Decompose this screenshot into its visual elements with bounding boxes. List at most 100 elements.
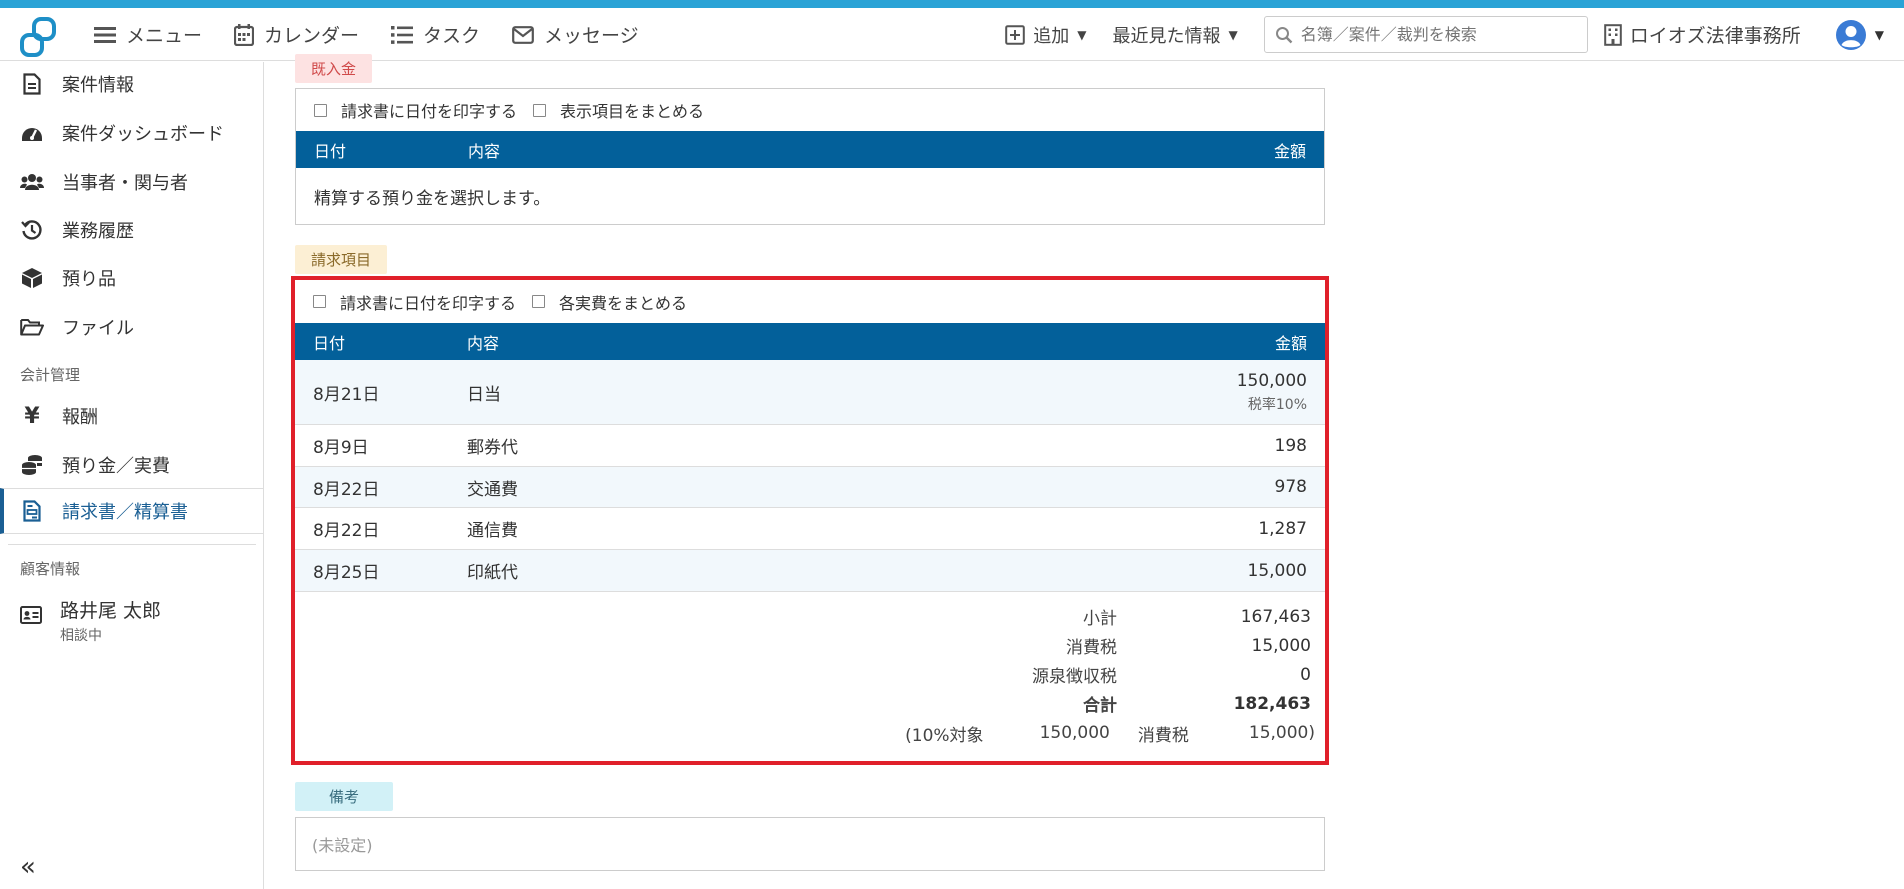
sidebar-item-fees[interactable]: ¥ 報酬: [0, 394, 263, 438]
id-card-icon: [20, 606, 42, 629]
app-header: メニュー カレンダー タスク メッセージ 追加 ▼ 最近見た情報 ▼ 名簿／案件…: [0, 8, 1904, 61]
sidebar-section-accounting: 会計管理: [20, 366, 81, 384]
sidebar-item-label: 当事者・関与者: [62, 173, 188, 194]
column-header-amount: 金額: [1273, 141, 1306, 161]
total-value: 182,463: [1233, 693, 1311, 714]
client-name: 路井尾 太郎: [60, 600, 162, 622]
coins-icon: [20, 453, 44, 477]
tax-breakdown-target-label: (10%対象: [905, 725, 984, 746]
nav-message[interactable]: メッセージ: [512, 21, 639, 48]
sidebar-item-label: 案件ダッシュボード: [62, 124, 224, 145]
recent-button[interactable]: 最近見た情報 ▼: [1113, 22, 1238, 48]
sidebar-item-files[interactable]: ファイル: [0, 305, 263, 349]
row-amount: 150,000: [1236, 370, 1307, 391]
tax-breakdown-line: (10%対象 150,000 消費税 15,000): [295, 718, 1325, 748]
nav-message-label: メッセージ: [544, 25, 639, 47]
chevron-down-icon: ▼: [1228, 27, 1238, 42]
withholding-line: 源泉徴収税 0: [295, 660, 1325, 689]
menu-icon: [94, 26, 116, 43]
search-input[interactable]: [1300, 25, 1571, 44]
memo-field[interactable]: (未設定): [295, 817, 1325, 871]
firm-selector[interactable]: ロイオズ法律事務所: [1603, 21, 1801, 48]
tax-breakdown-tax-label: 消費税: [1137, 725, 1189, 746]
task-list-icon: [391, 25, 414, 44]
user-menu[interactable]: ▼: [1835, 19, 1884, 51]
column-header-date: 日付: [313, 333, 346, 353]
row-amount: 1,287: [1258, 518, 1307, 539]
nav-menu[interactable]: メニュー: [94, 21, 202, 48]
search-box[interactable]: [1263, 16, 1588, 53]
nav-task[interactable]: タスク: [391, 21, 480, 48]
billing-print-date-checkbox[interactable]: [313, 295, 326, 308]
table-row[interactable]: 8月21日 日当 150,000 税率10%: [295, 360, 1325, 425]
firm-name: ロイオズ法律事務所: [1629, 25, 1801, 47]
sidebar-item-label: 預り品: [62, 269, 116, 290]
add-button[interactable]: 追加 ▼: [1005, 22, 1087, 48]
billing-print-date-label: 請求書に日付を印字する: [340, 293, 517, 313]
subtotal-value: 167,463: [1240, 606, 1311, 627]
sidebar-item-items[interactable]: 預り品: [0, 256, 263, 300]
nav-calendar[interactable]: カレンダー: [234, 21, 359, 48]
row-tax-rate: 税率10%: [1247, 396, 1307, 413]
billing-group-label: 各実費をまとめる: [559, 293, 688, 313]
deposit-group-checkbox[interactable]: [533, 103, 547, 117]
table-row[interactable]: 8月22日 交通費 978: [295, 467, 1325, 508]
tax-line: 消費税 15,000: [295, 631, 1325, 660]
row-date: 8月22日: [313, 521, 380, 541]
tax-label: 消費税: [1066, 638, 1117, 658]
withholding-value: 0: [1300, 664, 1311, 685]
table-row[interactable]: 8月22日 通信費 1,287: [295, 508, 1325, 550]
row-date: 8月21日: [313, 384, 380, 405]
sidebar-item-case-dashboard[interactable]: 案件ダッシュボード: [0, 111, 263, 155]
deposit-empty-message[interactable]: 精算する預り金を選択します。: [296, 168, 1324, 224]
billing-group-checkbox[interactable]: [532, 295, 546, 308]
total-label: 合計: [1083, 696, 1117, 716]
row-desc: 交通費: [467, 479, 518, 500]
deposit-panel: 請求書に日付を印字する 表示項目をまとめる 日付 内容 金額 精算する預り金を選…: [295, 88, 1325, 225]
sidebar: 案件情報 案件ダッシュボード 当事者・関与者 業務履歴 預り品 ファイル 会計管…: [0, 62, 264, 889]
document-icon: [20, 72, 44, 96]
folder-icon: [20, 315, 44, 339]
row-desc: 日当: [467, 384, 501, 405]
table-row[interactable]: 8月9日 郵券代 198: [295, 425, 1325, 467]
billing-section-tag: 請求項目: [295, 245, 388, 274]
sidebar-item-invoices[interactable]: 請求書／精算書: [0, 488, 263, 534]
client-status: 相談中: [60, 628, 102, 644]
deposit-group-label: 表示項目をまとめる: [560, 102, 705, 121]
recent-button-label: 最近見た情報: [1112, 25, 1221, 47]
sidebar-item-parties[interactable]: 当事者・関与者: [0, 160, 263, 204]
yen-icon: ¥: [24, 403, 40, 429]
sidebar-item-case-info[interactable]: 案件情報: [0, 62, 263, 106]
deposit-table-header: 日付 内容 金額: [296, 131, 1324, 168]
envelope-icon: [512, 25, 534, 44]
calendar-icon: [234, 23, 255, 46]
sidebar-item-label: 預り金／実費: [62, 456, 170, 477]
chevron-down-icon: ▼: [1874, 27, 1884, 42]
table-row[interactable]: 8月25日 印紙代 15,000: [295, 550, 1325, 592]
plus-square-icon: [1005, 24, 1026, 45]
app-logo[interactable]: [18, 17, 58, 57]
main-nav: メニュー カレンダー タスク メッセージ: [94, 8, 671, 61]
row-date: 8月25日: [313, 563, 380, 583]
row-amount: 15,000: [1247, 560, 1307, 581]
sidebar-item-label: ファイル: [62, 318, 134, 339]
tax-value: 15,000: [1251, 635, 1311, 656]
deposit-print-date-checkbox[interactable]: [314, 103, 327, 117]
building-icon: [1603, 23, 1622, 46]
sidebar-client[interactable]: 路井尾 太郎 相談中: [20, 596, 161, 645]
billing-highlight-frame: 請求書に日付を印字する 各実費をまとめる 日付 内容 金額 8月21日 日当 1…: [291, 276, 1329, 765]
chevron-down-icon: ▼: [1077, 27, 1087, 42]
memo-section-tag: 備考: [295, 782, 394, 811]
sidebar-item-deposits[interactable]: 預り金／実費: [0, 443, 263, 487]
top-accent-bar: [0, 0, 1904, 8]
sidebar-item-label: 案件情報: [62, 75, 134, 96]
sidebar-collapse-icon[interactable]: «: [20, 852, 36, 882]
row-amount: 198: [1274, 435, 1307, 456]
sidebar-item-label: 報酬: [62, 407, 98, 428]
billing-options: 請求書に日付を印字する 各実費をまとめる: [295, 280, 1325, 323]
users-icon: [20, 170, 44, 194]
row-date: 8月9日: [313, 438, 369, 458]
deposit-section-tag: 既入金: [295, 54, 373, 83]
sidebar-divider: [8, 544, 256, 545]
sidebar-item-history[interactable]: 業務履歴: [0, 208, 263, 252]
